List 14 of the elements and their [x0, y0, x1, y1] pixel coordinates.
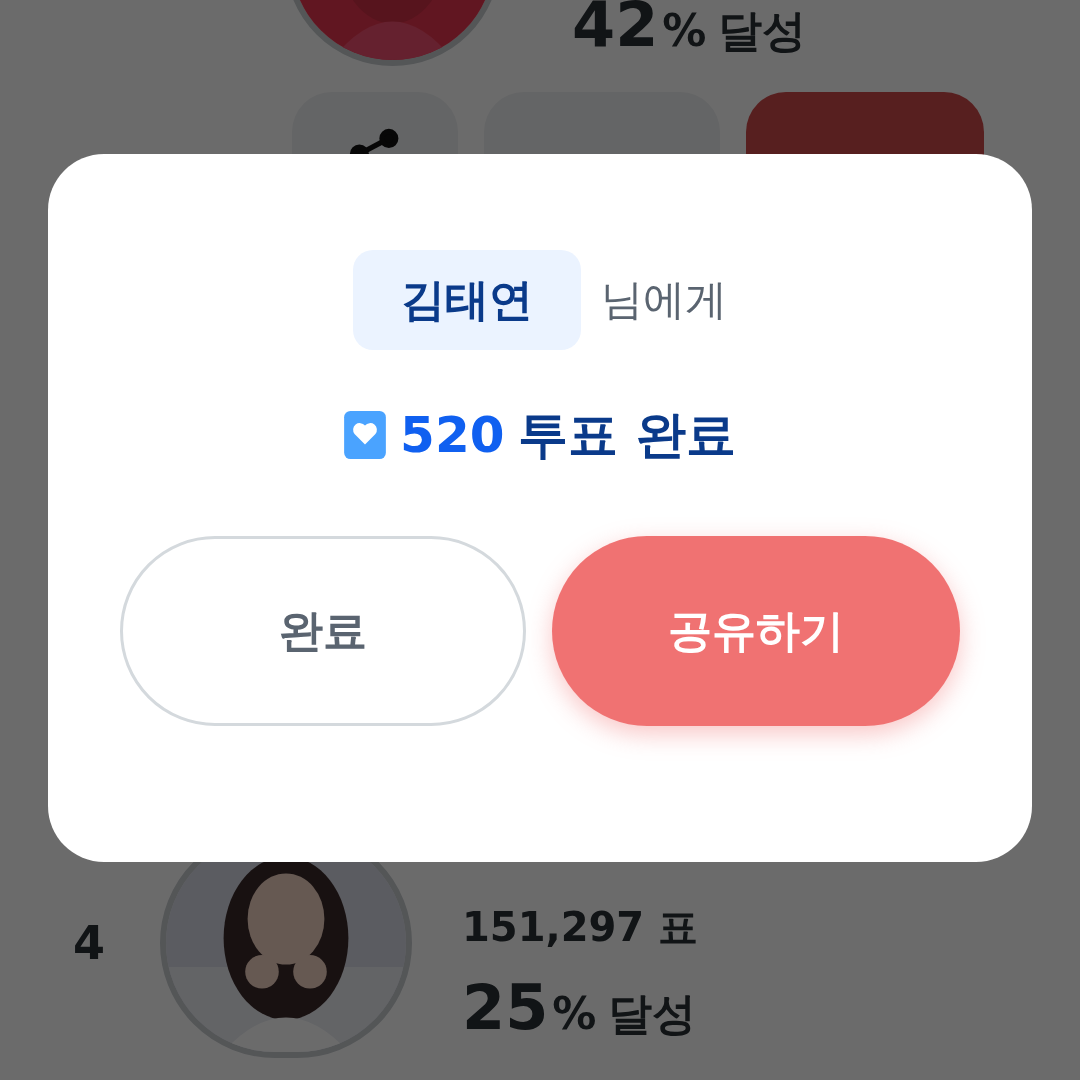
- achieved-label: 달성: [608, 992, 697, 1036]
- vote-total: 151,297 표: [462, 907, 699, 947]
- achieved-label: 달성: [718, 9, 807, 53]
- rank-number: 4: [73, 914, 106, 972]
- recipient-name: 김태연: [353, 250, 581, 350]
- percent-sign: %: [552, 992, 597, 1036]
- recipient-suffix: 님에게: [601, 279, 727, 321]
- vote-count: 520: [400, 410, 505, 460]
- percent-value: 25: [462, 977, 549, 1039]
- percent-sign: %: [662, 9, 707, 53]
- vote-complete-text: 투표 완료: [518, 410, 736, 460]
- done-button[interactable]: 완료: [120, 536, 526, 726]
- percent-value: 42: [572, 0, 659, 56]
- heart-ticket-icon: [344, 411, 387, 459]
